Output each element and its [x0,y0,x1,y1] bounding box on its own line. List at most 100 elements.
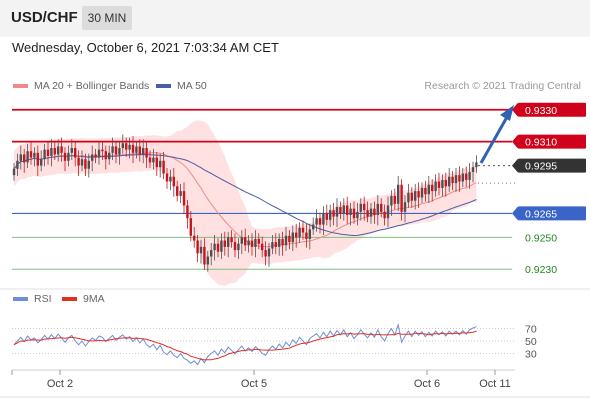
candle-body [135,146,138,153]
candle-body [33,152,36,158]
candle-body [284,235,288,246]
candle-body [342,205,345,214]
level-label-0.9310: 0.9310 [525,137,557,149]
candle-body [70,148,73,153]
candle-body [40,159,43,166]
candle-body [329,210,332,220]
candle-body [19,154,22,161]
candle-body [206,256,209,265]
rsi-9ma-line [13,330,477,361]
candle-body [213,243,216,251]
candle-body [461,173,464,182]
candle-body [247,240,250,246]
candle-body [23,154,26,163]
rsi-tick-label-30: 30 [525,348,537,360]
candle-body [274,242,277,247]
candle-body [220,240,223,252]
candle-body [46,149,50,157]
candle-body [12,168,16,176]
candle-body [261,243,264,251]
candle-body [94,154,97,158]
candle-body [114,146,118,155]
candle-body [60,146,63,153]
candle-body [240,237,243,244]
forecast-arrow-head [500,105,514,121]
candle-body [227,237,230,247]
candle-body [223,240,226,247]
candle-body [315,218,318,225]
candle-body [295,232,298,238]
candle-body [373,208,376,216]
candle-body [267,248,271,257]
candle-body [434,181,437,192]
candle-body [244,237,247,246]
candle-body [182,191,186,206]
candle-body [101,149,104,152]
candle-body [335,207,339,217]
candle-body [305,232,308,239]
candle-body [50,148,53,157]
candle-body [359,203,362,212]
level-label-0.9265: 0.9265 [525,208,557,220]
level-label-0.9295: 0.9295 [525,161,557,173]
candle-body [369,208,373,217]
candle-body [237,243,240,251]
candle-body [339,207,342,214]
candle-body [291,232,294,243]
candle-body [325,213,328,220]
candle-body [346,205,349,216]
candle-body [179,191,182,196]
candle-body [475,162,478,168]
candle-body [142,148,145,155]
candle-body [298,227,301,238]
candle-body [74,148,77,158]
price-chart: 0.9330 0.9310 0.9295 0.9265 0.9250 0.9230 3050… [0,102,590,398]
candle-body [16,160,19,169]
candle-body [155,157,158,168]
candle-body [43,149,46,160]
candle-body [390,195,393,206]
candle-body [454,175,458,184]
candle-body [121,143,124,149]
candle-body [318,218,322,225]
candle-body [210,250,213,257]
level-tag-pointer-0.9295 [512,158,518,173]
candle-body [148,157,152,163]
candle-body [288,235,291,243]
candle-body [250,240,254,247]
candle-body [471,167,475,172]
candle-body [393,195,396,204]
candle-body [162,160,165,174]
candle-body [349,208,352,216]
candle-body [264,250,267,257]
candle-body [376,203,379,216]
level-tag-pointer-0.9330 [512,102,518,117]
candle-body [165,173,169,182]
time-tick-label: Oct 5 [241,378,267,390]
candle-body [118,148,121,155]
candle-body [77,157,80,166]
candle-body [386,205,390,219]
candle-body [138,146,141,155]
candle-body [444,179,447,187]
candle-body [352,208,356,219]
level-tag-pointer-0.9310 [512,134,518,149]
candle-body [332,210,335,217]
candle-body [441,179,444,188]
candle-body [254,238,257,247]
time-tick-label: Oct 11 [479,378,511,390]
candle-body [67,152,70,161]
candle-body [308,229,311,239]
candle-body [104,151,107,160]
candle-body [84,159,87,169]
candle-body [193,235,196,241]
candle-body [172,176,175,187]
candle-body [152,157,155,163]
candle-body [108,152,111,160]
rsi-tick-label-50: 50 [525,336,537,348]
candle-body [199,246,203,254]
candle-body [80,159,84,166]
candle-body [468,171,471,180]
candle-body [203,246,206,265]
level-label-0.9330: 0.9330 [525,105,557,117]
